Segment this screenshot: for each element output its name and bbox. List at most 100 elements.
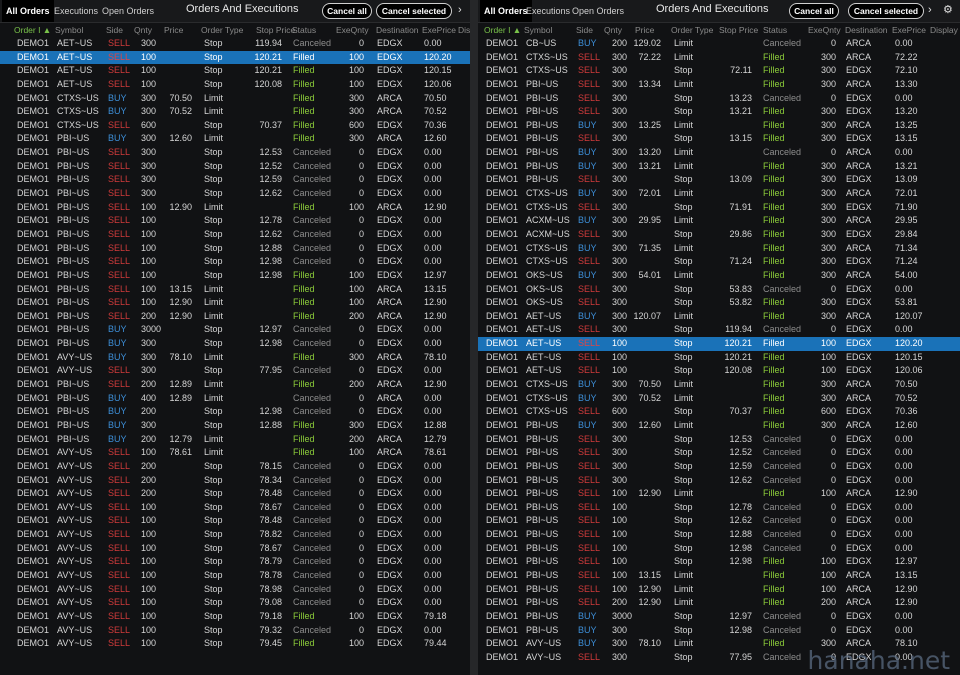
table-row[interactable]: DEMO1 PBI~US SELL 300 Stop 13.15 Filled 300 EDGX…	[478, 132, 960, 146]
table-row[interactable]: DEMO1 AET~US SELL 300 Stop 119.94 Canceled 0 EDG…	[0, 37, 470, 51]
column-header-account[interactable]: Order I ▲	[484, 23, 521, 37]
table-row[interactable]: DEMO1 AET~US SELL 100 Stop 120.08 Filled 100 EDG…	[478, 364, 960, 378]
tab-open-orders[interactable]: Open Orders	[568, 0, 628, 22]
table-row[interactable]: DEMO1 ACXM~US SELL 300 Stop 29.86 Filled 300 EDG…	[478, 228, 960, 242]
table-row[interactable]: DEMO1 PBI~US SELL 300 Stop 13.23 Canceled 0 EDGX…	[478, 92, 960, 106]
table-row[interactable]: DEMO1 PBI~US BUY 300 13.25 Limit Filled 300 ARCA…	[478, 119, 960, 133]
table-row[interactable]: DEMO1 PBI~US SELL 300 Stop 12.53 Canceled 0 EDGX…	[0, 146, 470, 160]
table-row[interactable]: DEMO1 PBI~US SELL 100 Stop 12.98 Filled 100 EDGX…	[0, 269, 470, 283]
gear-icon[interactable]: ⚙	[943, 0, 953, 22]
table-row[interactable]: DEMO1 PBI~US BUY 300 12.60 Limit Filled 300 ARCA…	[478, 419, 960, 433]
table-row[interactable]: DEMO1 AET~US SELL 100 Stop 120.21 Filled 100 EDG…	[0, 50, 470, 65]
column-header-exe-price[interactable]: ExePrice	[422, 23, 456, 37]
column-header-price[interactable]: Price	[635, 23, 654, 37]
table-row[interactable]: DEMO1 AVY~US SELL 200 Stop 78.48 Canceled 0 EDGX…	[0, 487, 470, 501]
cancel-all-button[interactable]: Cancel all	[322, 3, 372, 19]
table-row[interactable]: DEMO1 PBI~US SELL 300 Stop 13.09 Filled 300 EDGX…	[478, 173, 960, 187]
tab-executions[interactable]: Executions	[50, 0, 102, 22]
table-row[interactable]: DEMO1 AVY~US SELL 100 Stop 78.82 Canceled 0 EDGX…	[0, 528, 470, 542]
table-row[interactable]: DEMO1 PBI~US BUY 300 Stop 12.98 Canceled 0 EDGX 0…	[0, 337, 470, 351]
column-header-order-type[interactable]: Order Type	[671, 23, 713, 37]
table-row[interactable]: DEMO1 PBI~US SELL 100 Stop 12.62 Canceled 0 EDGX…	[0, 228, 470, 242]
table-row[interactable]: DEMO1 CTXS~US BUY 300 70.50 Limit Filled 300 ARC…	[0, 92, 470, 106]
column-header-side[interactable]: Side	[576, 23, 593, 37]
table-row[interactable]: DEMO1 PBI~US SELL 100 Stop 12.98 Canceled 0 EDGX…	[0, 255, 470, 269]
column-header-qnty[interactable]: Qnty	[134, 23, 152, 37]
table-row[interactable]: DEMO1 PBI~US SELL 100 12.90 Limit Filled 100 ARC…	[478, 583, 960, 597]
table-row[interactable]: DEMO1 CTXS~US BUY 300 72.01 Limit Filled 300 ARC…	[478, 187, 960, 201]
table-row[interactable]: DEMO1 ACXM~US BUY 300 29.95 Limit Filled 300 ARC…	[478, 214, 960, 228]
table-row[interactable]: DEMO1 PBI~US BUY 300 Stop 12.98 Canceled 0 EDGX 0…	[478, 624, 960, 638]
table-row[interactable]: DEMO1 PBI~US BUY 300 13.21 Limit Filled 300 ARCA…	[478, 160, 960, 174]
table-row[interactable]: DEMO1 AVY~US SELL 100 Stop 79.32 Canceled 0 EDGX…	[0, 624, 470, 638]
tab-open-orders[interactable]: Open Orders	[98, 0, 158, 22]
column-header-display[interactable]: Display	[458, 23, 470, 37]
table-row[interactable]: DEMO1 CTXS~US SELL 600 Stop 70.37 Filled 600 EDG…	[0, 119, 470, 133]
table-row[interactable]: DEMO1 PBI~US BUY 300 Stop 12.88 Filled 300 EDGX 1…	[0, 419, 470, 433]
column-header-symbol[interactable]: Symbol	[524, 23, 552, 37]
cancel-all-button[interactable]: Cancel all	[789, 3, 839, 19]
table-row[interactable]: DEMO1 PBI~US SELL 200 12.90 Limit Filled 200 ARC…	[478, 596, 960, 610]
panel-divider[interactable]	[470, 0, 478, 675]
table-row[interactable]: DEMO1 AET~US SELL 100 Stop 120.21 Filled 100 EDG…	[478, 351, 960, 365]
column-header-status[interactable]: Status	[292, 23, 316, 37]
column-header-qnty[interactable]: Qnty	[604, 23, 622, 37]
table-row[interactable]: DEMO1 AVY~US SELL 100 Stop 78.67 Canceled 0 EDGX…	[0, 501, 470, 515]
table-row[interactable]: DEMO1 CB~US BUY 200 129.02 Limit Canceled 0 ARCA…	[478, 37, 960, 51]
table-row[interactable]: DEMO1 PBI~US SELL 300 Stop 12.52 Canceled 0 EDGX…	[0, 160, 470, 174]
column-header-account[interactable]: Order I ▲	[14, 23, 51, 37]
table-row[interactable]: DEMO1 PBI~US SELL 100 12.90 Limit Filled 100 ARC…	[478, 487, 960, 501]
table-row[interactable]: DEMO1 AVY~US SELL 100 Stop 78.79 Canceled 0 EDGX…	[0, 555, 470, 569]
table-row[interactable]: DEMO1 PBI~US SELL 100 Stop 12.88 Canceled 0 EDGX…	[478, 528, 960, 542]
table-row[interactable]: DEMO1 PBI~US SELL 300 Stop 12.53 Canceled 0 EDGX…	[478, 433, 960, 447]
column-header-exe-qnty[interactable]: ExeQnty	[336, 23, 369, 37]
table-row[interactable]: DEMO1 PBI~US SELL 100 Stop 12.98 Filled 100 EDGX…	[478, 555, 960, 569]
table-row[interactable]: DEMO1 PBI~US SELL 100 Stop 12.78 Canceled 0 EDGX…	[478, 501, 960, 515]
column-header-price[interactable]: Price	[164, 23, 183, 37]
table-row[interactable]: DEMO1 PBI~US SELL 100 13.15 Limit Filled 100 ARC…	[478, 569, 960, 583]
column-header-stop-price[interactable]: Stop Price	[256, 23, 295, 37]
table-row[interactable]: DEMO1 PBI~US SELL 200 12.90 Limit Filled 200 ARC…	[0, 310, 470, 324]
table-row[interactable]: DEMO1 PBI~US SELL 100 Stop 12.62 Canceled 0 EDGX…	[478, 514, 960, 528]
table-row[interactable]: DEMO1 AVY~US SELL 100 Stop 79.18 Filled 100 EDGX…	[0, 610, 470, 624]
table-row[interactable]: DEMO1 PBI~US BUY 3000 Stop 12.97 Canceled 0 EDGX…	[478, 610, 960, 624]
table-row[interactable]: DEMO1 OKS~US BUY 300 54.01 Limit Filled 300 ARCA…	[478, 269, 960, 283]
table-row[interactable]: DEMO1 PBI~US BUY 400 12.89 Limit Canceled 0 ARCA…	[0, 392, 470, 406]
table-row[interactable]: DEMO1 PBI~US SELL 100 Stop 12.98 Canceled 0 EDGX…	[478, 542, 960, 556]
column-header-exe-qnty[interactable]: ExeQnty	[808, 23, 841, 37]
table-row[interactable]: DEMO1 CTXS~US SELL 300 Stop 71.24 Filled 300 EDG…	[478, 255, 960, 269]
cancel-selected-button[interactable]: Cancel selected	[848, 3, 924, 19]
table-row[interactable]: DEMO1 PBI~US SELL 300 Stop 12.62 Canceled 0 EDGX…	[478, 474, 960, 488]
table-row[interactable]: DEMO1 AVY~US SELL 100 Stop 79.08 Canceled 0 EDGX…	[0, 596, 470, 610]
column-header-stop-price[interactable]: Stop Price	[719, 23, 758, 37]
table-row[interactable]: DEMO1 PBI~US SELL 200 12.89 Limit Filled 200 ARC…	[0, 378, 470, 392]
table-row[interactable]: DEMO1 AVY~US SELL 300 Stop 77.95 Canceled 0 EDGX…	[0, 364, 470, 378]
table-row[interactable]: DEMO1 PBI~US SELL 100 13.15 Limit Filled 100 ARC…	[0, 283, 470, 297]
table-row[interactable]: DEMO1 CTXS~US SELL 300 Stop 72.11 Filled 300 EDG…	[478, 64, 960, 78]
table-row[interactable]: DEMO1 PBI~US BUY 3000 Stop 12.97 Canceled 0 EDGX…	[0, 323, 470, 337]
table-row[interactable]: DEMO1 PBI~US SELL 100 12.90 Limit Filled 100 ARC…	[0, 201, 470, 215]
table-row[interactable]: DEMO1 PBI~US SELL 100 Stop 12.88 Canceled 0 EDGX…	[0, 242, 470, 256]
table-row[interactable]: DEMO1 CTXS~US BUY 300 70.50 Limit Filled 300 ARC…	[478, 378, 960, 392]
table-row[interactable]: DEMO1 CTXS~US BUY 300 71.35 Limit Filled 300 ARC…	[478, 242, 960, 256]
table-row[interactable]: DEMO1 AVY~US SELL 100 Stop 78.48 Canceled 0 EDGX…	[0, 514, 470, 528]
column-header-status[interactable]: Status	[763, 23, 787, 37]
table-row[interactable]: DEMO1 AVY~US SELL 100 Stop 78.67 Canceled 0 EDGX…	[0, 542, 470, 556]
table-row[interactable]: DEMO1 AET~US SELL 100 Stop 120.08 Filled 100 EDG…	[0, 78, 470, 92]
column-header-order-type[interactable]: Order Type	[201, 23, 243, 37]
table-row[interactable]: DEMO1 PBI~US BUY 300 12.60 Limit Filled 300 ARCA…	[0, 132, 470, 146]
table-row[interactable]: DEMO1 PBI~US SELL 300 Stop 12.52 Canceled 0 EDGX…	[478, 446, 960, 460]
table-row[interactable]: DEMO1 PBI~US SELL 100 12.90 Limit Filled 100 ARC…	[0, 296, 470, 310]
tab-executions[interactable]: Executions	[522, 0, 574, 22]
column-header-destination[interactable]: Destination	[845, 23, 888, 37]
table-row[interactable]: DEMO1 AVY~US SELL 100 Stop 78.98 Canceled 0 EDGX…	[0, 583, 470, 597]
table-row[interactable]: DEMO1 CTXS~US SELL 300 72.22 Limit Filled 300 AR…	[478, 51, 960, 65]
table-row[interactable]: DEMO1 OKS~US SELL 300 Stop 53.82 Filled 300 EDGX…	[478, 296, 960, 310]
table-row[interactable]: DEMO1 AVY~US SELL 100 Stop 79.45 Filled 100 EDGX…	[0, 637, 470, 651]
cancel-selected-button[interactable]: Cancel selected	[376, 3, 452, 19]
table-row[interactable]: DEMO1 PBI~US SELL 300 13.34 Limit Filled 300 ARC…	[478, 78, 960, 92]
column-header-side[interactable]: Side	[106, 23, 123, 37]
table-row[interactable]: DEMO1 AET~US SELL 100 Stop 120.21 Filled 100 EDG…	[0, 64, 470, 78]
column-header-destination[interactable]: Destination	[376, 23, 419, 37]
tab-all-orders[interactable]: All Orders	[2, 0, 54, 22]
